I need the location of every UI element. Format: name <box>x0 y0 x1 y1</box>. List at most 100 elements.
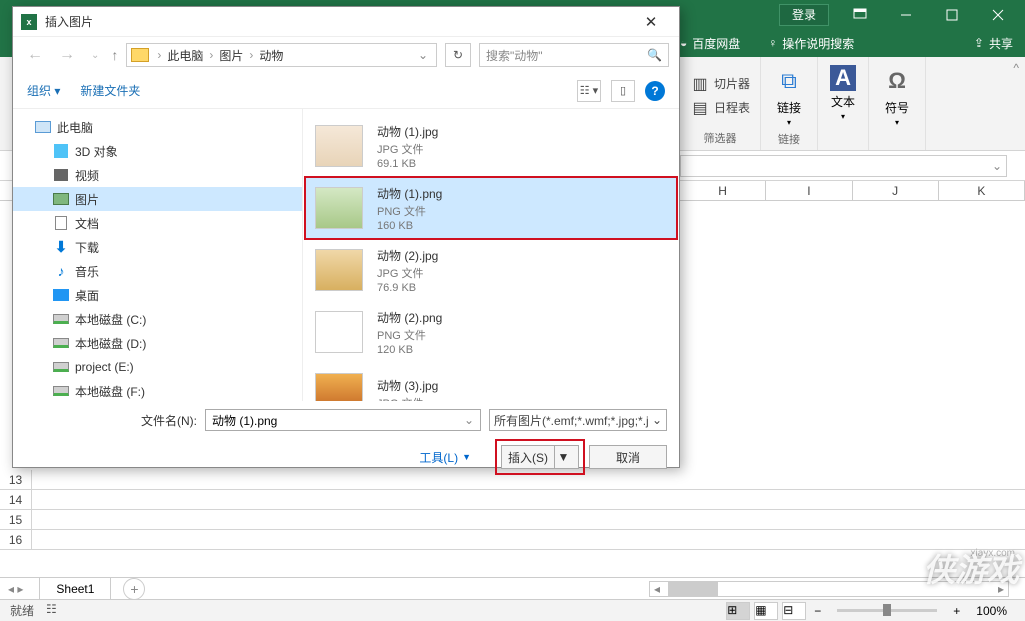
tree-videos[interactable]: 视频 <box>13 163 302 187</box>
file-item[interactable]: 动物 (2).jpgJPG 文件76.9 KB <box>305 239 677 301</box>
tree-3d-objects[interactable]: 3D 对象 <box>13 139 302 163</box>
row-header[interactable]: 15 <box>0 510 32 529</box>
file-list: 动物 (1).jpgJPG 文件69.1 KB 动物 (1).pngPNG 文件… <box>303 109 679 401</box>
formula-dropdown[interactable]: ⌄ <box>680 155 1007 177</box>
preview-pane-button[interactable]: ▯ <box>611 80 635 102</box>
recent-button[interactable]: ⌄ <box>87 50 103 61</box>
dialog-toolbar: 组织 ▾ 新建文件夹 ☷ ▾ ▯ ? <box>13 73 679 109</box>
back-button[interactable]: ← <box>23 46 47 64</box>
tree-drive-d[interactable]: 本地磁盘 (D:) <box>13 331 302 355</box>
sheet-tab[interactable]: Sheet1 <box>39 578 111 600</box>
col-header[interactable]: H <box>680 181 766 200</box>
dialog-bottom: 文件名(N): 动物 (1).png⌄ 所有图片(*.emf;*.wmf;*.j… <box>13 401 679 477</box>
normal-view-button[interactable]: ⊞ <box>726 602 750 620</box>
file-item[interactable]: 动物 (3).jpgJPG 文件 <box>305 363 677 401</box>
cloud-icon: ◒ <box>680 36 687 50</box>
zoom-slider[interactable] <box>837 609 937 612</box>
zoom-out-button[interactable]: − <box>810 604 825 618</box>
tree-drive-e[interactable]: project (E:) <box>13 355 302 379</box>
refresh-button[interactable]: ↻ <box>445 43 471 67</box>
accessibility-icon[interactable]: ☷ <box>46 602 57 619</box>
excel-icon: x <box>21 14 37 30</box>
file-thumbnail <box>315 125 363 167</box>
dialog-title: 插入图片 <box>45 13 631 30</box>
search-icon: 🔍 <box>647 48 662 62</box>
text-button[interactable]: A 文本▾ <box>828 61 858 125</box>
up-button[interactable]: ↑ <box>111 47 118 63</box>
tree-drive-c[interactable]: 本地磁盘 (C:) <box>13 307 302 331</box>
row-header[interactable]: 14 <box>0 490 32 509</box>
file-thumbnail <box>315 249 363 291</box>
zoom-in-button[interactable]: + <box>949 604 964 618</box>
tell-me-button[interactable]: ♀操作说明搜索 <box>768 35 854 52</box>
minimize-icon[interactable] <box>883 0 929 29</box>
share-button[interactable]: ⇪共享 <box>974 35 1013 52</box>
close-icon[interactable] <box>975 0 1021 29</box>
text-group: A 文本▾ <box>818 57 869 150</box>
file-item-selected[interactable]: 动物 (1).pngPNG 文件160 KB <box>305 177 677 239</box>
tree-drive-f[interactable]: 本地磁盘 (F:) <box>13 379 302 401</box>
link-button[interactable]: ⧉ 链接▾ <box>771 61 807 131</box>
insert-button[interactable]: 插入(S) ▼ <box>501 445 579 469</box>
zoom-value[interactable]: 100% <box>968 604 1015 618</box>
add-sheet-button[interactable]: + <box>123 578 145 600</box>
symbol-icon: Ω <box>881 65 913 97</box>
row-header[interactable]: 16 <box>0 530 32 549</box>
col-header[interactable]: I <box>766 181 852 200</box>
maximize-icon[interactable] <box>929 0 975 29</box>
text-icon: A <box>830 65 856 91</box>
symbol-button[interactable]: Ω 符号▾ <box>879 61 915 131</box>
dialog-titlebar: x 插入图片 ✕ <box>13 7 679 37</box>
page-break-button[interactable]: ⊟ <box>782 602 806 620</box>
share-icon: ⇪ <box>974 36 984 50</box>
status-ready: 就绪 <box>10 602 34 619</box>
tree-music[interactable]: ♪音乐 <box>13 259 302 283</box>
page-layout-button[interactable]: ▦ <box>754 602 778 620</box>
address-bar[interactable]: › 此电脑› 图片› 动物 ⌄ <box>126 43 437 67</box>
help-icon[interactable]: ? <box>645 81 665 101</box>
insert-dropdown-icon[interactable]: ▼ <box>554 445 572 469</box>
view-mode-button[interactable]: ☷ ▾ <box>577 80 601 102</box>
slicer-button[interactable]: ▥切片器 <box>690 74 750 94</box>
link-group-label: 链接 <box>778 131 800 149</box>
login-button[interactable]: 登录 <box>779 4 829 26</box>
file-filter-select[interactable]: 所有图片(*.emf;*.wmf;*.jpg;*.j⌄ <box>489 409 667 431</box>
folder-icon <box>131 48 149 62</box>
ribbon-options-icon[interactable] <box>837 0 883 29</box>
dialog-close-button[interactable]: ✕ <box>631 8 671 36</box>
tab-nav[interactable]: ◂ ▸ <box>0 582 31 596</box>
sheet-tabs: ◂ ▸ Sheet1 + ◂▸ <box>0 577 1025 599</box>
timeline-button[interactable]: ▤日程表 <box>690 98 750 118</box>
slicer-icon: ▥ <box>690 74 710 94</box>
tree-downloads[interactable]: ⬇下载 <box>13 235 302 259</box>
collapse-ribbon-icon[interactable]: ^ <box>1007 57 1025 150</box>
horizontal-scrollbar[interactable]: ◂▸ <box>649 581 1009 597</box>
baidu-disk-button[interactable]: ◒百度网盘 <box>680 35 740 52</box>
file-thumbnail <box>315 373 363 401</box>
tree-this-pc[interactable]: 此电脑 <box>13 115 302 139</box>
dialog-nav: ← → ⌄ ↑ › 此电脑› 图片› 动物 ⌄ ↻ 搜索"动物" 🔍 <box>13 37 679 73</box>
file-item[interactable]: 动物 (2).pngPNG 文件120 KB <box>305 301 677 363</box>
tree-documents[interactable]: 文档 <box>13 211 302 235</box>
link-group: ⧉ 链接▾ 链接 <box>761 57 818 150</box>
col-header[interactable]: J <box>853 181 939 200</box>
path-dropdown-icon[interactable]: ⌄ <box>414 48 432 62</box>
file-thumbnail <box>315 311 363 353</box>
file-item[interactable]: 动物 (1).jpgJPG 文件69.1 KB <box>305 115 677 177</box>
lightbulb-icon: ♀ <box>768 36 777 50</box>
folder-tree: 此电脑 3D 对象 视频 图片 文档 ⬇下载 ♪音乐 桌面 本地磁盘 (C:) … <box>13 109 303 401</box>
tools-button[interactable]: 工具(L)▼ <box>419 449 471 466</box>
forward-button[interactable]: → <box>55 46 79 64</box>
filename-label: 文件名(N): <box>25 412 197 429</box>
organize-button[interactable]: 组织 ▾ <box>27 82 60 99</box>
symbol-group: Ω 符号▾ <box>869 57 926 150</box>
col-header[interactable]: K <box>939 181 1025 200</box>
tree-pictures[interactable]: 图片 <box>13 187 302 211</box>
tree-desktop[interactable]: 桌面 <box>13 283 302 307</box>
timeline-icon: ▤ <box>690 98 710 118</box>
search-input[interactable]: 搜索"动物" 🔍 <box>479 43 669 67</box>
filename-input[interactable]: 动物 (1).png⌄ <box>205 409 481 431</box>
new-folder-button[interactable]: 新建文件夹 <box>80 82 140 99</box>
cancel-button[interactable]: 取消 <box>589 445 667 469</box>
filter-group-label: 筛选器 <box>704 130 737 148</box>
